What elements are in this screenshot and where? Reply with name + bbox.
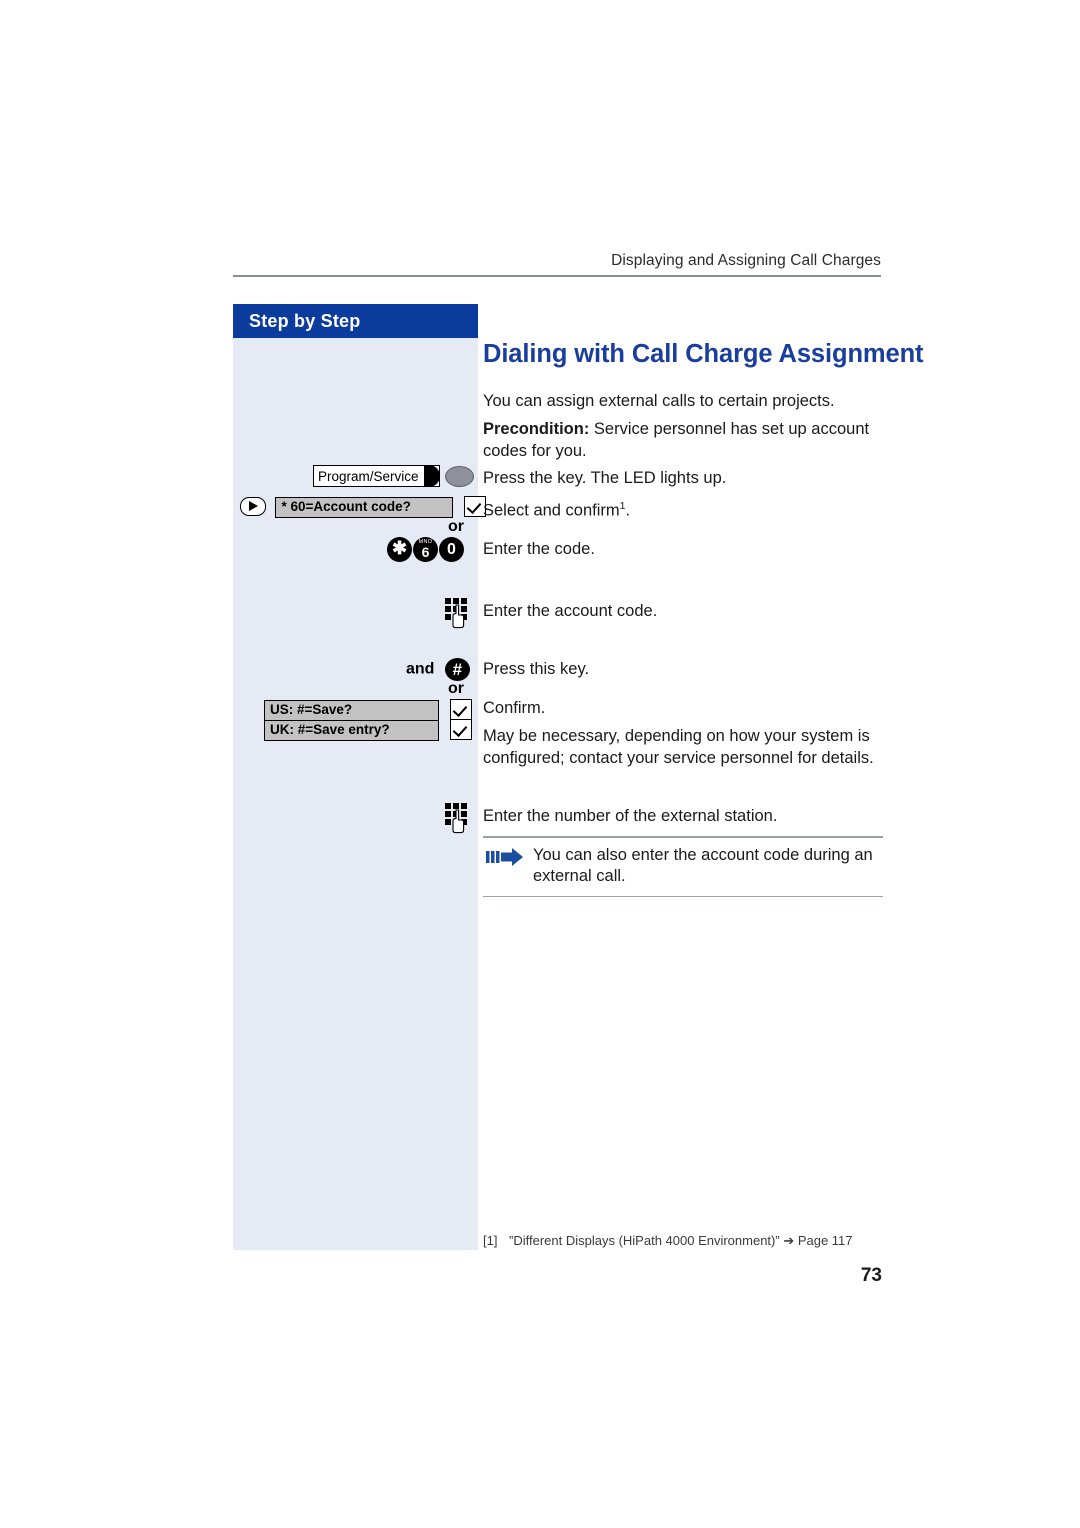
digit-0-label: 0: [447, 541, 456, 558]
footnote-text: ”Different Displays (HiPath 4000 Environ…: [509, 1233, 853, 1248]
hash-key-row[interactable]: and #: [406, 658, 470, 681]
program-service-key-label[interactable]: Program/Service: [313, 464, 440, 488]
digit-6-key-icon[interactable]: MNO 6: [413, 537, 438, 562]
and-label: and: [406, 660, 435, 678]
code-digit-keys-row[interactable]: ✱ MNO 6 0: [386, 537, 464, 562]
sidebar-title-label: Step by Step: [249, 311, 361, 331]
paragraph-may-be-necessary: May be necessary, depending on how your …: [483, 727, 874, 767]
select-confirm-tail: .: [625, 501, 631, 520]
star-key-icon[interactable]: ✱: [387, 537, 412, 562]
connector-or-1: or: [448, 518, 464, 535]
paragraph-precondition: Precondition: Service personnel has set …: [483, 419, 883, 462]
footnote-number: [1]: [483, 1233, 498, 1248]
account-code-select-row[interactable]: * 60=Account code?: [240, 496, 486, 518]
note-text: You can also enter the account code duri…: [533, 845, 873, 886]
select-key-icon[interactable]: [240, 497, 266, 516]
precondition-label: Precondition:: [483, 420, 590, 438]
connector-or-2: or: [448, 680, 464, 697]
paragraph-enter-external-number: Enter the number of the external station…: [483, 807, 778, 825]
paragraph-enter-account-code: Enter the account code.: [483, 602, 658, 620]
sidebar-title-bar: Step by Step: [233, 304, 478, 338]
paragraph-press-this-key: Press this key.: [483, 660, 590, 678]
paragraph-enter-code: Enter the code.: [483, 540, 595, 558]
hash-key-icon[interactable]: #: [444, 658, 470, 681]
checkmark-key-icon-uk[interactable]: [450, 719, 473, 740]
note-block: You can also enter the account code duri…: [483, 836, 883, 898]
paragraph-press-key: Press the key. The LED lights up.: [483, 469, 727, 487]
step-by-step-sidebar: Step by Step: [233, 304, 478, 1250]
note-bottom-rule: [483, 895, 883, 898]
display-line-save-us: US: #=Save?: [264, 699, 439, 721]
page-title: Dialing with Call Charge Assignment: [483, 340, 924, 368]
blue-arrow-note-icon: [486, 847, 524, 872]
main-content: Dialing with Call Charge Assignment: [483, 340, 924, 369]
save-us-row[interactable]: US: #=Save?: [264, 699, 473, 721]
dial-keypad-icon-external-number[interactable]: [445, 803, 471, 839]
dial-keypad-icon: [445, 598, 467, 629]
paragraph-select-confirm: Select and confirm1.: [483, 496, 883, 522]
page-header: Displaying and Assigning Call Charges: [233, 252, 881, 277]
digit-6-label: 6: [421, 544, 430, 560]
save-uk-row[interactable]: UK: #=Save entry?: [264, 719, 473, 741]
led-indicator-icon: [444, 466, 474, 488]
running-head: Displaying and Assigning Call Charges: [611, 252, 881, 269]
display-line-save-uk: UK: #=Save entry?: [264, 719, 439, 741]
hash-key-glyph: #: [452, 660, 463, 679]
note-inner: You can also enter the account code duri…: [483, 838, 883, 896]
page-number: 73: [860, 1265, 882, 1286]
paragraph-intro: You can assign external calls to certain…: [483, 392, 835, 410]
footnote: [1] ”Different Displays (HiPath 4000 Envi…: [483, 1233, 883, 1249]
star-key-label: ✱: [391, 538, 408, 558]
display-line-account-code: * 60=Account code?: [275, 496, 454, 518]
dial-keypad-icon-account-code[interactable]: [445, 598, 471, 634]
checkmark-key-icon-us[interactable]: [450, 699, 473, 720]
digit-0-key-icon[interactable]: 0: [439, 537, 464, 562]
header-rule: [233, 275, 881, 277]
dial-keypad-icon: [445, 803, 467, 834]
select-confirm-text: Select and confirm: [483, 501, 620, 520]
program-service-key-row[interactable]: Program/Service: [313, 464, 474, 488]
paragraph-confirm: Confirm.: [483, 699, 546, 717]
